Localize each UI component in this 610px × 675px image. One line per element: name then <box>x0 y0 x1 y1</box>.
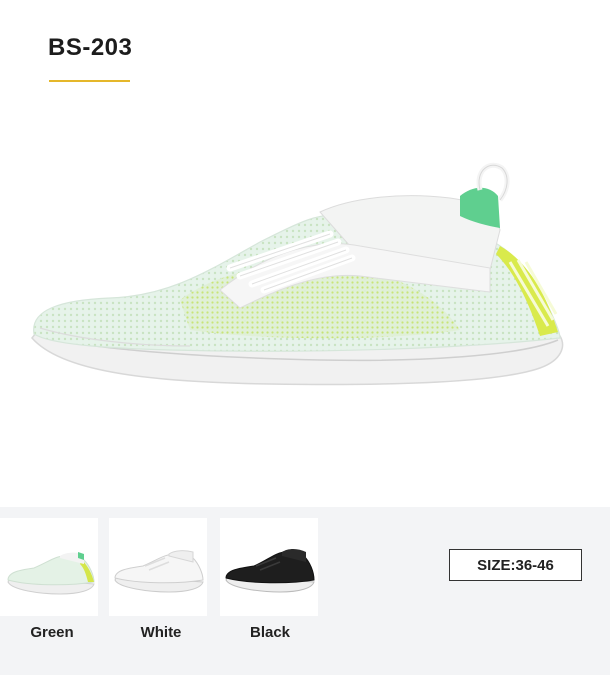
title-underline <box>49 80 130 82</box>
variant-label-green: Green <box>30 624 74 641</box>
variant-label-white: White <box>140 624 182 641</box>
variant-thumb-white[interactable] <box>109 518 207 616</box>
variant-selector-bar: Green White Black SIZE:36-46 <box>0 507 610 675</box>
shoe-green-thumb-image <box>7 552 95 595</box>
variant-thumb-black[interactable] <box>220 518 318 616</box>
shoe-white-thumb-image <box>114 550 204 593</box>
product-hero-section: BS-203 <box>0 0 610 507</box>
shoe-black-thumb-image <box>225 549 315 593</box>
size-range-badge: SIZE:36-46 <box>449 549 582 581</box>
variant-label-black: Black <box>249 624 291 641</box>
variant-thumb-green[interactable] <box>0 518 98 616</box>
product-code-title: BS-203 <box>48 34 133 61</box>
shoe-main-image <box>31 162 564 386</box>
